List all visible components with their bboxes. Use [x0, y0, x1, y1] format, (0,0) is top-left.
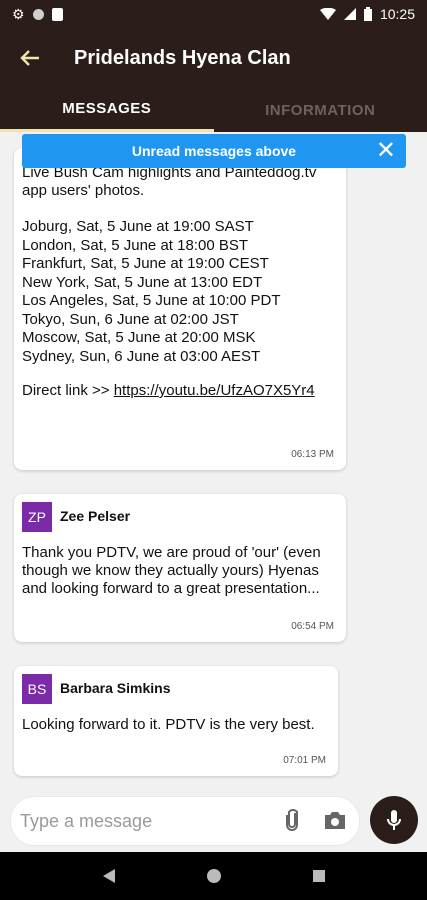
message-card: ZP Zee Pelser Thank you PDTV, we are pro…	[14, 494, 346, 642]
wifi-icon	[319, 8, 336, 20]
schedule-list: Joburg, Sat, 5 June at 19:00 SAST London…	[22, 218, 336, 366]
schedule-row: Moscow, Sat, 5 June at 20:00 MSK	[22, 329, 256, 346]
status-left-icons: ⚙	[12, 6, 63, 23]
avatar: BS	[22, 674, 52, 704]
microphone-button[interactable]	[370, 796, 418, 844]
direct-link-line: Direct link >> https://youtu.be/UfzAO7X5…	[22, 382, 336, 399]
back-button[interactable]	[0, 28, 60, 88]
app-bar: Pridelands Hyena Clan	[0, 28, 427, 88]
schedule-row: Sydney, Sun, 6 June at 03:00 AEST	[22, 347, 261, 365]
status-bar: ⚙ 10:25	[0, 0, 427, 28]
sd-card-icon	[51, 7, 63, 21]
paperclip-icon[interactable]	[282, 808, 302, 832]
message-input[interactable]	[20, 810, 270, 832]
page-title: Pridelands Hyena Clan	[74, 46, 291, 69]
unread-banner[interactable]: Unread messages above ✕	[22, 134, 406, 168]
nav-recents-icon[interactable]	[312, 870, 325, 882]
signal-icon	[343, 8, 356, 20]
camera-icon[interactable]	[324, 810, 346, 830]
arrow-back-icon	[20, 50, 39, 66]
tab-bar: MESSAGES INFORMATION	[0, 88, 427, 132]
tab-messages[interactable]: MESSAGES	[0, 88, 214, 132]
message-text: Looking forward to it. PDTV is the very …	[22, 716, 315, 733]
message-card: BS Barbara Simkins Looking forward to it…	[14, 666, 338, 776]
message-text: Thank you PDTV, we are proud of 'our' (e…	[22, 544, 321, 597]
schedule-row: New York, Sat, 5 June at 13:00 EDT	[22, 273, 263, 291]
sender-name: Zee Pelser	[60, 508, 131, 524]
gear-icon: ⚙	[12, 5, 25, 22]
tab-information[interactable]: INFORMATION	[214, 88, 427, 132]
nav-back-icon[interactable]	[102, 869, 115, 883]
nav-home-icon[interactable]	[206, 869, 221, 883]
avatar: ZP	[22, 502, 52, 532]
circle-icon	[32, 8, 44, 20]
sender-name: Barbara Simkins	[60, 680, 171, 696]
microphone-icon	[387, 810, 401, 830]
schedule-row: Frankfurt, Sat, 5 June at 19:00 CEST	[22, 255, 269, 272]
schedule-row: Tokyo, Sun, 6 June at 02:00 JST	[22, 310, 239, 328]
status-right-icons: 10:25	[319, 6, 415, 22]
schedule-row: Los Angeles, Sat, 5 June at 10:00 PDT	[22, 292, 281, 309]
close-icon[interactable]: ✕	[376, 138, 396, 164]
system-nav-bar	[0, 852, 427, 900]
message-timestamp: 07:01 PM	[283, 755, 326, 766]
clock: 10:25	[379, 6, 415, 22]
schedule-row: London, Sat, 5 June at 18:00 BST	[22, 236, 248, 254]
message-card: of Pridelands Conservancy! Not to forget…	[14, 148, 346, 470]
battery-icon	[363, 7, 372, 21]
schedule-row: Joburg, Sat, 5 June at 19:00 SAST	[22, 218, 254, 235]
unread-banner-text: Unread messages above	[131, 143, 297, 159]
youtube-link[interactable]: https://youtu.be/UfzAO7X5Yr4	[114, 382, 315, 399]
message-timestamp: 06:13 PM	[291, 449, 334, 460]
direct-link-label: Direct link >>	[22, 382, 114, 399]
message-timestamp: 06:54 PM	[291, 621, 334, 632]
message-composer	[10, 796, 360, 846]
